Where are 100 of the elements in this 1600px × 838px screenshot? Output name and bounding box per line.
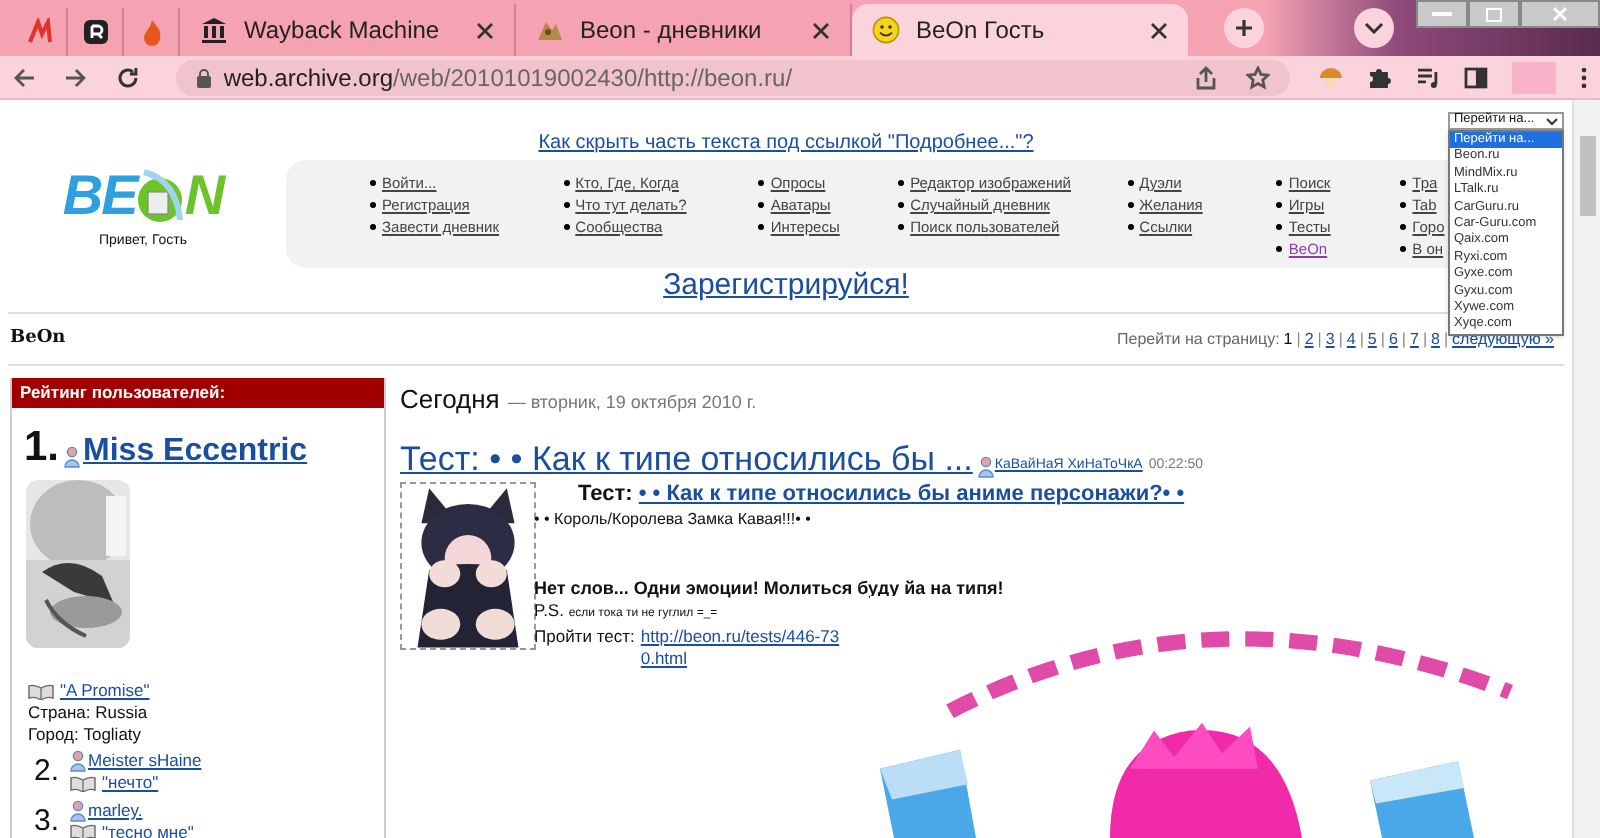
minimize-icon: [1432, 12, 1452, 16]
post-title-link[interactable]: Тест: • • Как к типе относились бы ...: [400, 439, 973, 477]
scrollbar-thumb[interactable]: [1579, 136, 1595, 216]
post-link[interactable]: • • Как к типе относились бы аниме персонажи?• •: [638, 481, 1185, 505]
page-link[interactable]: 7: [1409, 327, 1419, 351]
open-book-icon: [70, 775, 96, 792]
bullet: [563, 180, 570, 186]
separator: |: [1422, 327, 1428, 351]
browser-tab[interactable]: BeOn Гость: [852, 4, 1188, 56]
bullet: [898, 224, 905, 230]
diary-link[interactable]: "тесно мне": [102, 821, 194, 838]
maximize-button[interactable]: [1468, 0, 1520, 28]
close-icon[interactable]: [476, 21, 494, 39]
caret-icon: [1546, 117, 1558, 125]
lock-icon: [195, 67, 212, 87]
test-link[interactable]: http://beon.ru/tests/446-730.html: [640, 625, 849, 669]
separator: |: [1338, 327, 1343, 351]
diary-link[interactable]: "нечто": [102, 772, 159, 795]
rank-number: 3.: [34, 801, 62, 838]
media-list-icon[interactable]: [1416, 65, 1441, 89]
page-link[interactable]: 1: [1283, 327, 1293, 351]
tab-title: BeOn Гость: [916, 14, 1047, 48]
help-link[interactable]: Как скрыть часть текста под ссылкой "Подробнее..."?: [538, 132, 1034, 154]
sidebar-header: Рейтинг пользователей:: [12, 378, 384, 408]
rank-number: 2.: [34, 752, 62, 792]
test-label: Пройти тест:: [534, 625, 635, 647]
bullet: [1127, 180, 1134, 186]
back-icon[interactable]: [12, 65, 36, 89]
tab-search-button[interactable]: [1354, 8, 1394, 48]
separator: |: [1296, 327, 1301, 351]
bullet: [1400, 246, 1407, 252]
close-icon: [1552, 6, 1568, 22]
reload-icon[interactable]: [115, 65, 140, 89]
user-icon: [70, 750, 86, 773]
side-panel-icon[interactable]: [1464, 65, 1489, 89]
close-icon[interactable]: [1150, 21, 1168, 39]
day-heading: Сегодня: [400, 382, 500, 418]
bullet: [1400, 180, 1407, 186]
tab-title: Wayback Machine: [244, 14, 442, 48]
smiley-icon: [872, 16, 900, 44]
url-text: web.archive.org/web/20101019002430/http://beon.ru/: [223, 61, 795, 95]
square-mark-icon: [81, 18, 109, 46]
bullet: [1276, 202, 1283, 208]
page-link[interactable]: 8: [1431, 327, 1440, 351]
close-icon[interactable]: [812, 21, 830, 39]
page-link[interactable]: 6: [1388, 327, 1398, 351]
open-book-icon: [28, 683, 54, 699]
bullet: [563, 224, 570, 230]
scrollbar[interactable]: [1572, 100, 1600, 838]
separator: |: [1317, 327, 1322, 351]
page-link[interactable]: 5: [1367, 327, 1377, 351]
puzzle-icon[interactable]: [1368, 65, 1393, 89]
page-link[interactable]: 3: [1325, 327, 1335, 351]
menu-icon[interactable]: [1579, 65, 1588, 89]
minimize-button[interactable]: [1416, 0, 1468, 28]
columns-building-icon: [200, 16, 228, 44]
user-link[interactable]: Meister sHaine: [88, 750, 202, 773]
share-icon[interactable]: [1194, 65, 1219, 89]
star-icon[interactable]: [1246, 65, 1271, 89]
separator: |: [1359, 327, 1364, 351]
diary-link[interactable]: "A Promise": [60, 680, 150, 702]
bullet: [1276, 246, 1283, 252]
country-text: Страна: Russia: [28, 702, 150, 724]
user-icon: [63, 446, 80, 468]
bullet: [758, 224, 765, 230]
user-icon: [70, 799, 86, 822]
separator: |: [1401, 327, 1406, 351]
separator: |: [1380, 327, 1385, 351]
maximize-icon: [1486, 7, 1502, 21]
separator: |: [1443, 327, 1449, 351]
address-bar[interactable]: web.archive.org/web/20101019002430/http://beon.ru/: [175, 59, 1291, 95]
bullet: [1400, 224, 1407, 230]
bullet: [1127, 224, 1134, 230]
close-window-button[interactable]: [1520, 0, 1600, 28]
date-text: — вторник, 19 октября 2010 г.: [507, 390, 757, 416]
register-link[interactable]: Зарегистрируйся!: [663, 268, 909, 302]
chevron-icon: [1364, 22, 1384, 34]
bullet: [370, 224, 376, 230]
user-link[interactable]: marley.: [88, 799, 143, 822]
open-book-icon: [70, 824, 96, 838]
tab-title: Beon - дневники: [580, 14, 764, 48]
plus-icon: [1234, 18, 1254, 38]
user-icon: [978, 455, 995, 477]
site-name: BeOn: [10, 325, 66, 352]
bullet: [758, 202, 765, 208]
city-text: Город: Togliaty: [28, 724, 144, 746]
post-text: • • Король/Королева Замка Кавая!!!• •: [534, 507, 813, 529]
bullet: [898, 202, 905, 208]
page-link[interactable]: 4: [1346, 327, 1356, 351]
new-tab-button[interactable]: [1224, 8, 1264, 48]
post-lead: Тест: • • Как к типе относились бы аниме персонажи?• •: [576, 481, 1187, 505]
bullet: [1276, 224, 1283, 230]
forward-icon[interactable]: [63, 65, 88, 89]
page-link[interactable]: 2: [1304, 327, 1314, 351]
pagination-label: Перейти на страницу:: [1117, 327, 1280, 351]
bullet: [1400, 202, 1407, 208]
bullet: [1276, 180, 1283, 186]
bullet: [370, 202, 376, 208]
bullet: [758, 180, 765, 186]
user-link[interactable]: Miss Eccentric: [83, 436, 308, 468]
